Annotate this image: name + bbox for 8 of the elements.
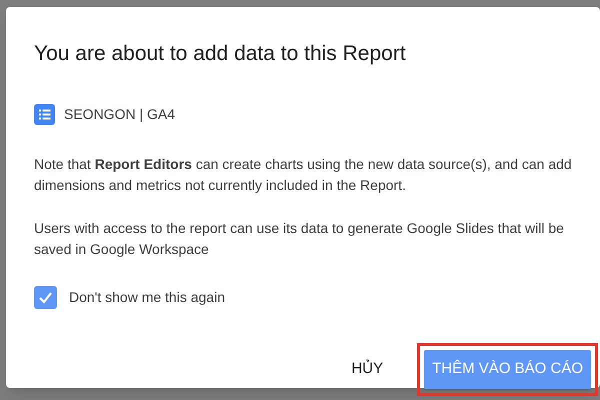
- dialog-title: You are about to add data to this Report: [34, 41, 407, 67]
- cancel-button[interactable]: HỦY: [345, 350, 390, 389]
- source-name: SEONGON | GA4: [64, 105, 175, 124]
- list-icon: [34, 104, 55, 125]
- checkbox-label: Don't show me this again: [69, 288, 225, 307]
- body-paragraph: Users with access to the report can use its data to generate Google Slides that will be saved in Google Workspace: [34, 219, 565, 259]
- body-paragraph: Note that Report Editors can create charts using the new data source(s), and can add dimensions and metrics not currently included in the Report.: [34, 155, 573, 195]
- checkbox[interactable]: [34, 286, 57, 309]
